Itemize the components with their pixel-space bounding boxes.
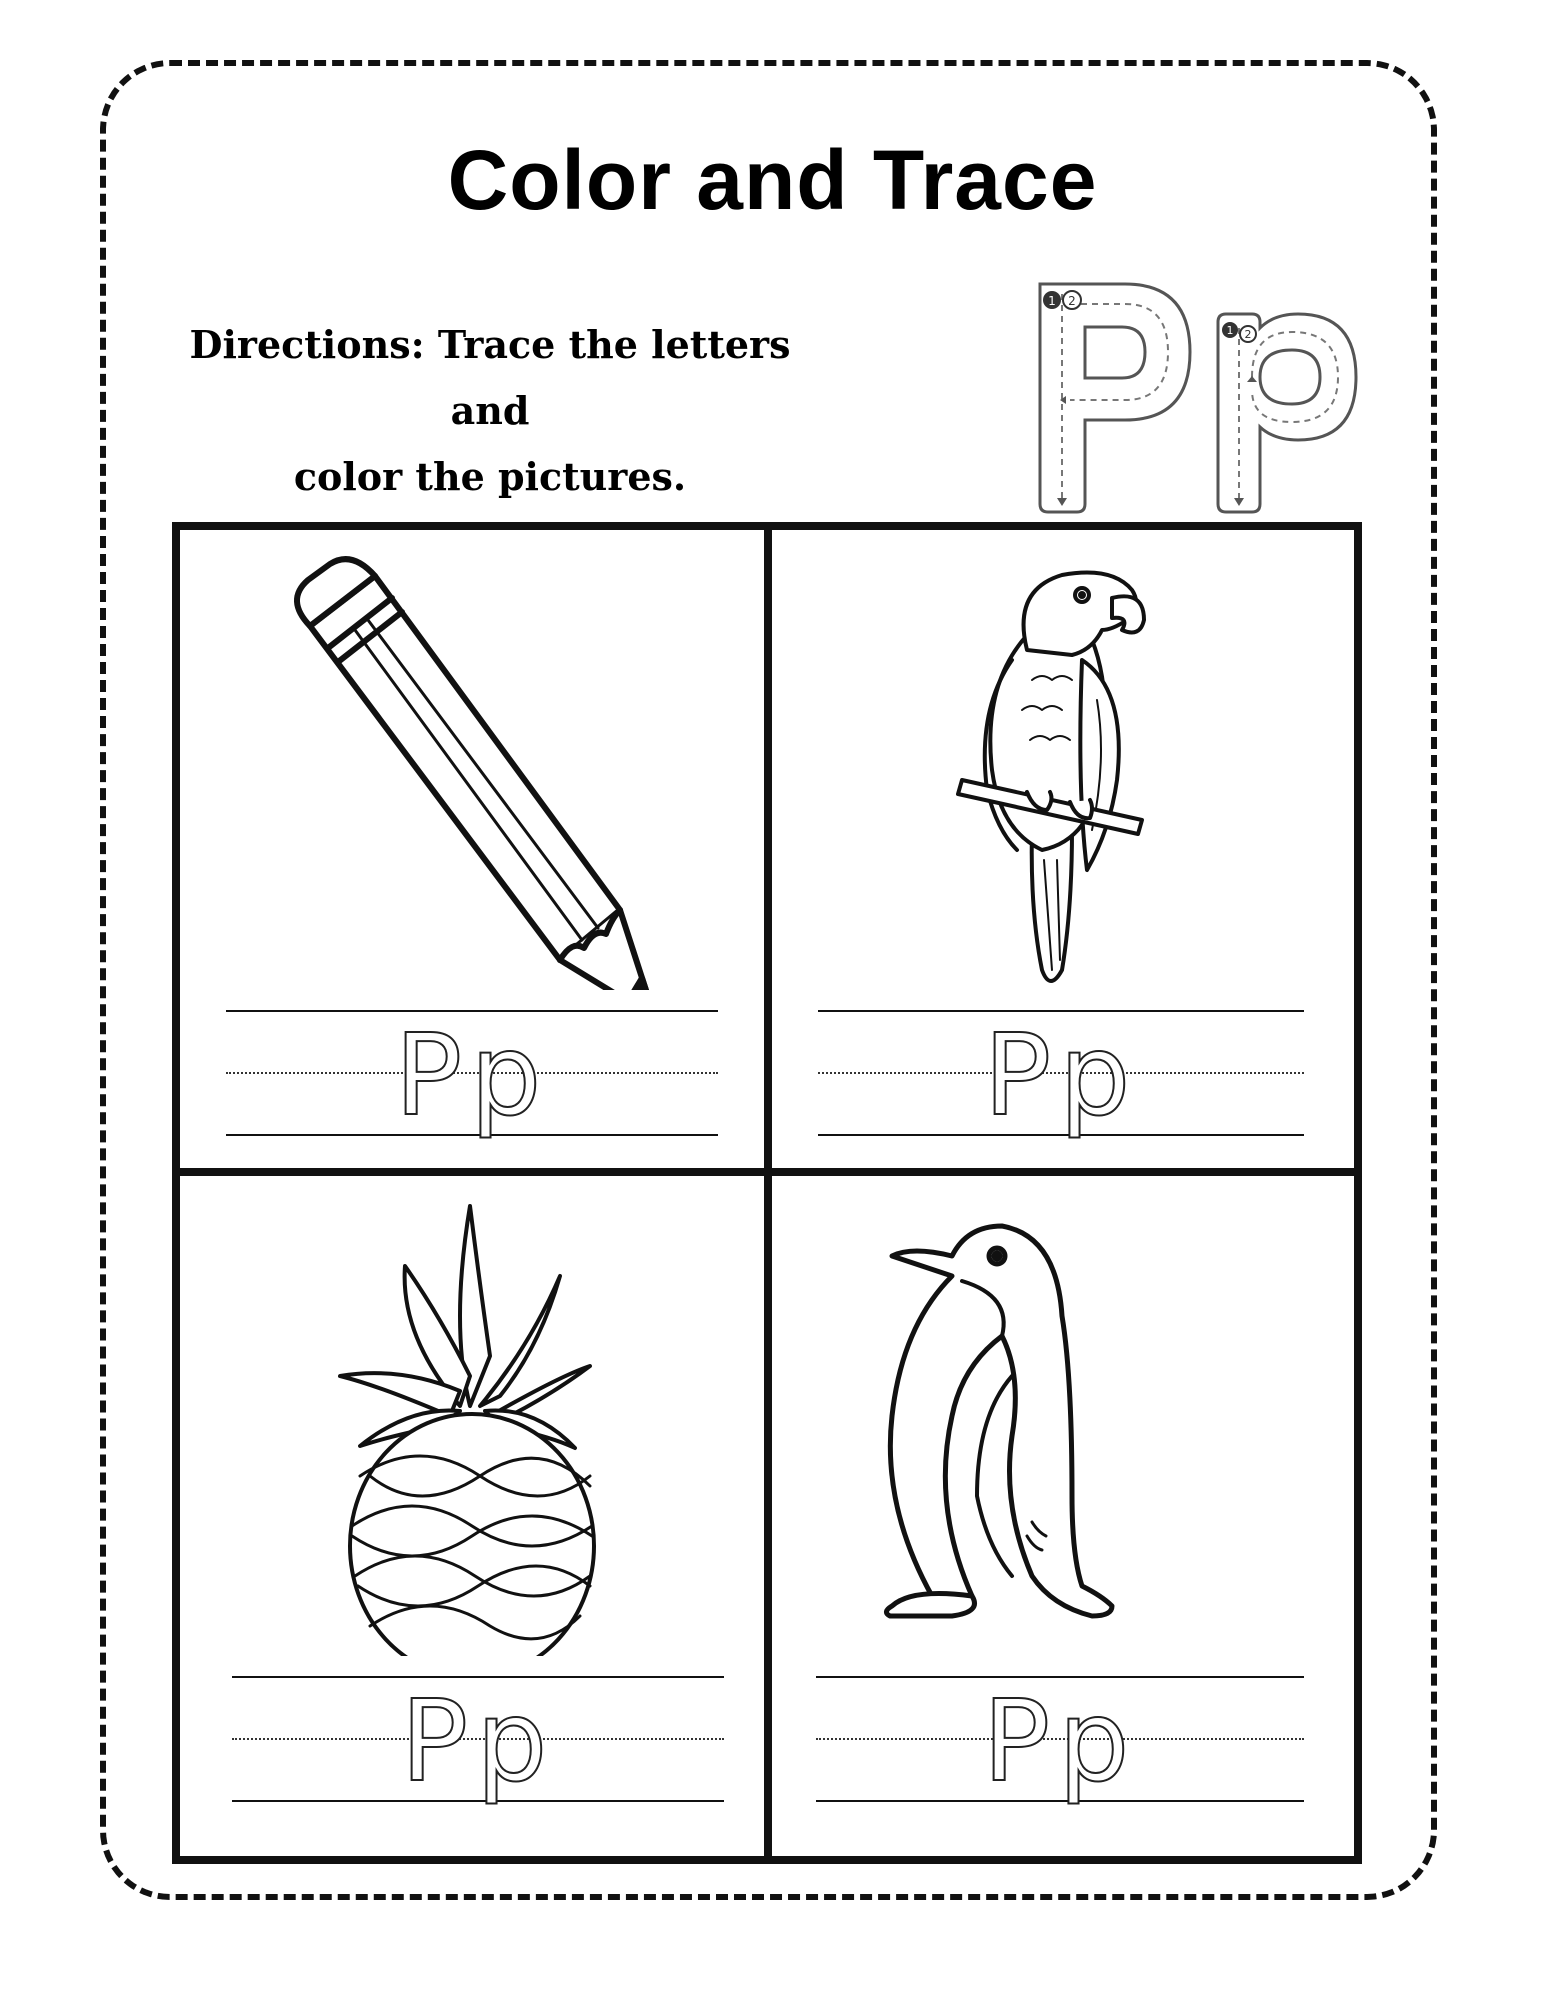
stroke-number-2-small: 2	[1245, 328, 1252, 341]
stroke-number-2: 2	[1068, 294, 1076, 308]
cell-pineapple: Pp	[180, 1176, 764, 1858]
page-title: Color and Trace	[447, 133, 1098, 227]
stroke-number-1-small: 1	[1227, 324, 1234, 337]
trace-lines: Pp	[818, 1010, 1304, 1140]
cell-pencil: Pp	[180, 530, 764, 1168]
trace-letters[interactable]: Pp	[226, 1019, 718, 1133]
stroke-number-1: 1	[1048, 294, 1056, 308]
parrot-picture[interactable]	[772, 530, 1354, 990]
trace-lines: Pp	[232, 1676, 724, 1806]
cell-parrot: Pp	[772, 530, 1354, 1168]
pineapple-picture[interactable]	[180, 1176, 764, 1656]
trace-letters[interactable]: Pp	[818, 1019, 1304, 1133]
trace-letters[interactable]: Pp	[816, 1685, 1304, 1799]
penguin-picture[interactable]	[772, 1176, 1354, 1656]
directions-line-1: Directions: Trace the letters and	[189, 322, 791, 433]
trace-lines: Pp	[226, 1010, 718, 1140]
grid-vertical-divider	[764, 530, 772, 1858]
trace-lines: Pp	[816, 1676, 1304, 1806]
letter-guide: 1 2 1 2	[1030, 272, 1400, 522]
directions-line-2: color the pictures.	[293, 454, 687, 499]
pencil-picture[interactable]	[180, 530, 764, 990]
trace-letters[interactable]: Pp	[232, 1685, 724, 1799]
directions-text: Directions: Trace the letters and color …	[150, 312, 830, 510]
grid-horizontal-divider	[180, 1168, 1354, 1176]
cell-penguin: Pp	[772, 1176, 1354, 1858]
